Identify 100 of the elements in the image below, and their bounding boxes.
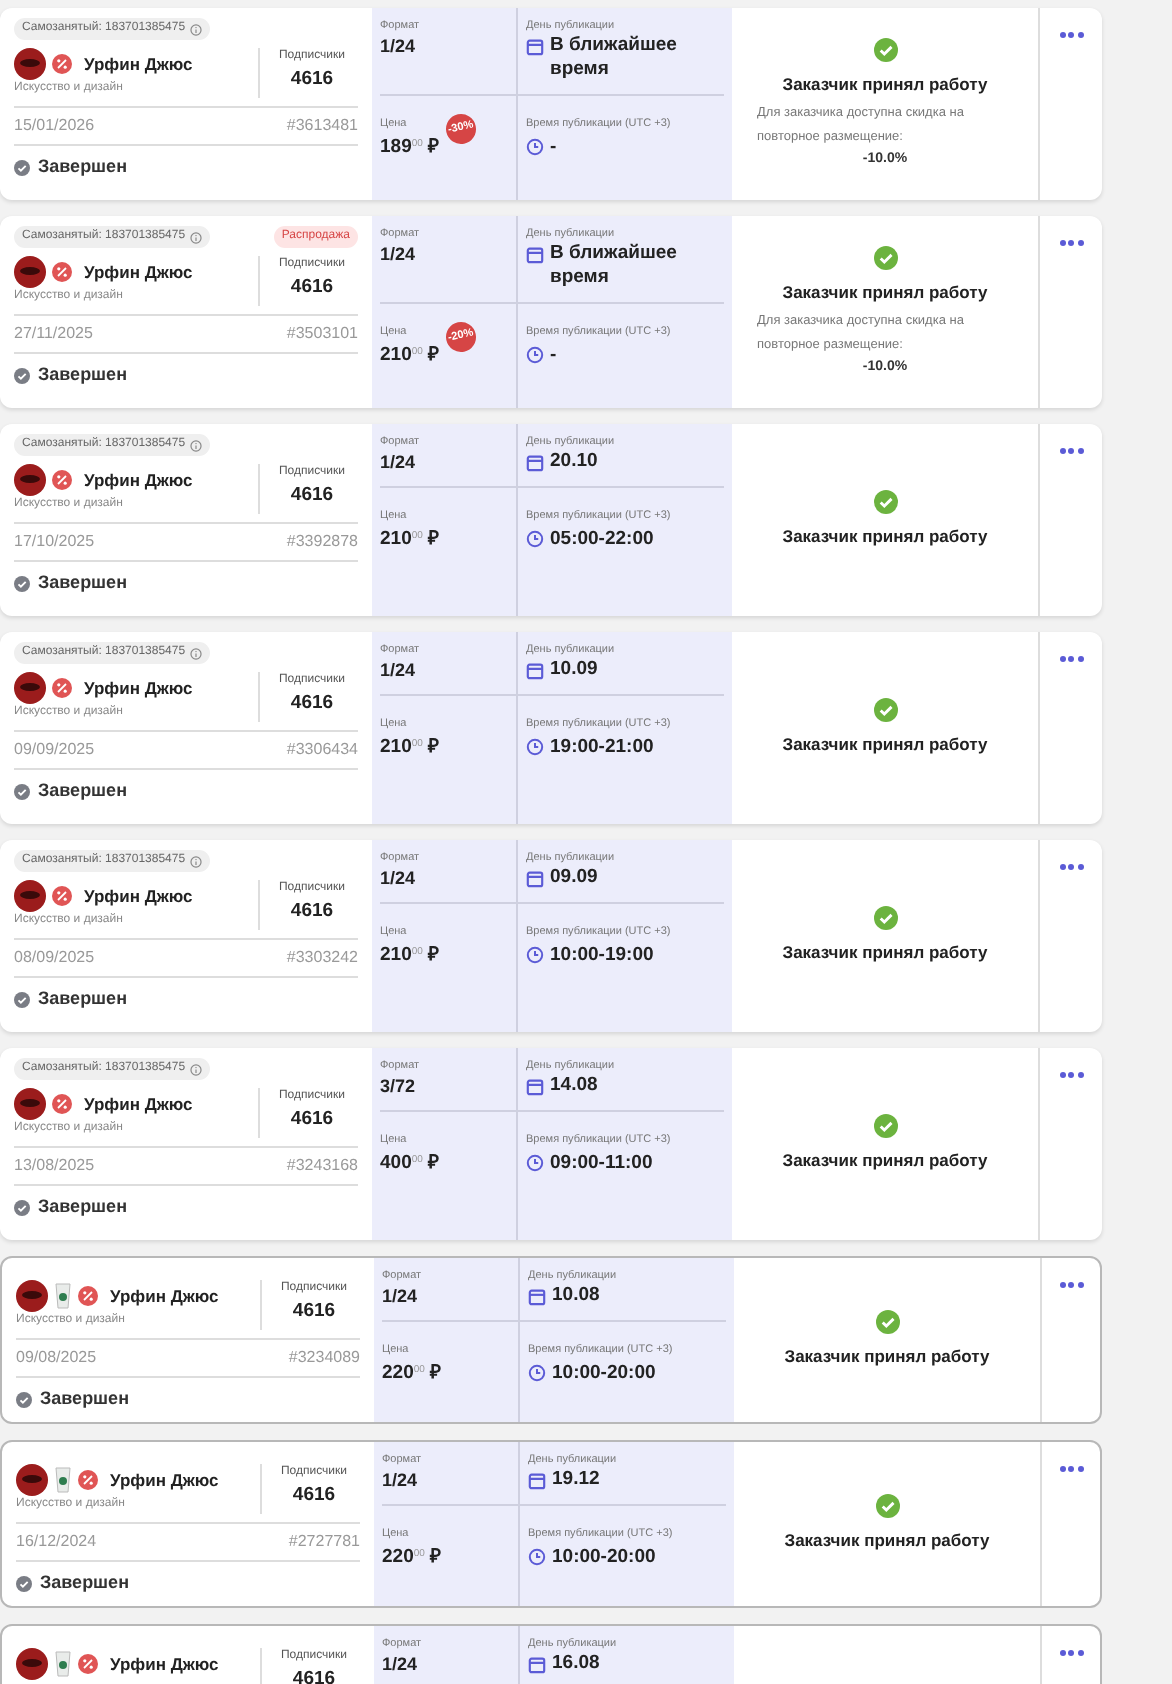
order-number: #3243168 [286,1154,358,1178]
price: 220$^{00}$ ₽ [382,1359,443,1387]
day-value: В ближайшее время [550,34,679,83]
info-icon [189,23,202,35]
order-number: #3503101 [286,322,358,346]
more-button[interactable] [1059,444,1083,456]
channel-name[interactable]: Урфин Джюс [110,1651,219,1677]
percent-icon [52,54,72,74]
more-button[interactable] [1059,236,1083,248]
more-button[interactable] [1059,1278,1083,1290]
percent-icon [52,470,72,490]
check-circle-icon [873,1114,897,1139]
format-value: 1/24 [380,450,418,477]
check-circle-icon [873,906,897,931]
percent-icon [52,886,72,906]
result-title: Заказчик принял работу [784,1528,990,1554]
subscribers-count: 4616 [290,898,334,926]
format-value: 1/24 [380,658,418,685]
channel-name[interactable]: Урфин Джюс [84,883,193,909]
order-status: Завершен [38,154,128,180]
percent-icon [78,1286,98,1306]
day-value: В ближайшее время [550,242,679,291]
more-button[interactable] [1059,860,1083,872]
order-date: 16/12/2024 [16,1530,97,1554]
avatar [16,1280,48,1312]
clock-icon [528,1364,546,1383]
time-value: 10:00-20:00 [552,1359,656,1387]
check-circle-icon [14,159,30,176]
channel-name[interactable]: Урфин Джюс [84,675,193,701]
time-value: - [550,133,557,161]
calendar-icon [526,246,544,265]
format-value: 1/24 [382,1652,420,1679]
clock-icon [528,1548,546,1567]
avatar [16,1648,48,1680]
format-value: 1/24 [382,1468,420,1495]
order-number: #3613481 [286,114,358,138]
percent-icon [52,1094,72,1114]
more-button[interactable] [1059,28,1083,40]
time-value: 19:00-21:00 [550,733,654,761]
format-value: 1/24 [382,1284,420,1311]
more-button[interactable] [1059,1462,1083,1474]
channel-name[interactable]: Урфин Джюс [84,51,193,77]
more-button[interactable] [1059,1068,1083,1080]
subscribers-count: 4616 [290,482,334,510]
info-icon [189,231,202,243]
order-status: Завершен [38,1194,128,1220]
check-circle-icon [14,1199,30,1216]
channel-name[interactable]: Урфин Джюс [84,259,193,285]
calendar-icon [526,1078,544,1097]
result-title: Заказчик принял работу [782,1148,988,1174]
more-button[interactable] [1059,652,1083,664]
check-circle-icon [873,245,897,270]
order-date: 27/11/2025 [14,322,93,346]
subscribers-count: 4616 [292,1298,336,1326]
calendar-icon [528,1288,546,1307]
clock-icon [526,1154,544,1173]
clock-icon [526,738,544,757]
check-circle-icon [875,1310,899,1335]
format-value: 3/72 [380,1074,418,1101]
channel-name[interactable]: Урфин Джюс [84,467,193,493]
day-value: 16.08 [552,1652,600,1677]
result-title: Заказчик принял работу [782,732,988,758]
avatar [14,464,46,496]
order-date: 09/09/2025 [14,738,95,762]
time-value: - [550,341,557,369]
check-circle-icon [873,37,897,62]
check-circle-icon [16,1575,32,1592]
percent-icon [78,1654,98,1674]
order-date: 08/09/2025 [14,946,95,970]
order-number: #3306434 [286,738,358,762]
channel-name[interactable]: Урфин Джюс [110,1283,219,1309]
order-status: Завершен [38,362,128,388]
order-status: Завершен [38,778,128,804]
calendar-icon [528,1472,546,1491]
time-value: 05:00-22:00 [550,525,654,553]
result-title: Заказчик принял работу [782,524,988,550]
price: 210$^{00}$ ₽ [380,341,441,369]
order-number: #2727781 [288,1530,360,1554]
day-value: 10.08 [552,1284,600,1309]
order-status: Завершен [40,1570,130,1596]
result-title: Заказчик принял работу [784,1344,990,1370]
clock-icon [526,346,544,365]
order-status: Завершен [40,1386,130,1412]
check-circle-icon [873,698,897,723]
subscribers-count: 4616 [290,690,334,718]
check-circle-icon [14,783,30,800]
channel-name[interactable]: Урфин Джюс [84,1091,193,1117]
avatar [14,48,46,80]
format-value: 1/24 [380,866,418,893]
calendar-icon [526,662,544,681]
order-number: #3392878 [286,530,358,554]
info-icon [189,439,202,451]
channel-name[interactable]: Урфин Джюс [110,1467,219,1493]
calendar-icon [526,38,544,57]
subscribers-count: 4616 [292,1482,336,1510]
order-status: Завершен [38,570,128,596]
result-title: Заказчик принял работу [782,279,988,306]
check-circle-icon [14,367,30,384]
percent-icon [78,1470,98,1490]
more-button[interactable] [1059,1646,1083,1658]
